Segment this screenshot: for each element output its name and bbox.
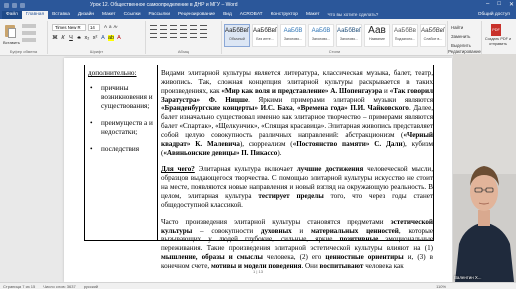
cut-icon[interactable] [22, 24, 36, 28]
document-page[interactable]: дополнительно: причины возникновения и с… [64, 58, 452, 282]
highlight-icon[interactable]: ab [108, 35, 114, 41]
tab-references[interactable]: Ссылки [120, 11, 145, 19]
tab-view[interactable]: Вид [219, 11, 236, 19]
sort-icon[interactable] [200, 25, 207, 30]
status-page[interactable]: Страница 7 из 15 [3, 284, 35, 289]
style-no-spacing[interactable]: АаБбВвГ Без инте... [252, 24, 278, 47]
tab-file[interactable]: Файл [2, 11, 22, 19]
justify-icon[interactable] [180, 33, 187, 38]
bold-button[interactable]: Ж [52, 35, 58, 41]
document-table: дополнительно: причины возникновения и с… [84, 65, 434, 270]
align-center-icon[interactable] [160, 33, 167, 38]
tab-layout[interactable]: Макет [98, 11, 120, 19]
tab-home[interactable]: Главная [21, 11, 49, 19]
save-icon[interactable] [4, 2, 9, 8]
paragraph-forms: Видами элитарной культуры является литер… [161, 69, 434, 157]
increase-indent-icon[interactable] [190, 25, 197, 30]
ribbon: Вставить Буфер обмена Times New R 14 A a… [0, 19, 516, 56]
title-bar: Урок 12. Общественное самоопределение в … [0, 0, 516, 10]
font-color-icon[interactable]: A [116, 35, 122, 41]
clipboard-group: Вставить Буфер обмена [0, 21, 48, 54]
grow-font-icon[interactable]: A [104, 24, 107, 29]
webcam-overlay: Валентин Х... [453, 54, 516, 282]
share-button[interactable]: Общий доступ [472, 11, 516, 19]
style-normal[interactable]: АаБбВвГ Обычный [224, 24, 250, 47]
underline-button[interactable]: Ч [68, 35, 74, 41]
font-size-select[interactable]: 14 [88, 24, 100, 31]
page-number: 1 | 13 [253, 269, 263, 274]
quick-access-toolbar [0, 2, 25, 8]
style-subtle-emphasis[interactable]: АаБбВвГ Слабое в... [420, 24, 446, 47]
create-pdf-button[interactable]: Создать PDF и отправить [483, 37, 513, 47]
find-button[interactable]: Найти [451, 25, 478, 30]
table-cell-left[interactable]: дополнительно: причины возникновения и с… [88, 69, 156, 154]
tab-acrobat[interactable]: ACROBAT [236, 11, 267, 19]
superscript-button[interactable]: x² [92, 35, 98, 41]
clear-format-icon[interactable]: A̷ [114, 24, 117, 29]
replace-button[interactable]: Заменить [451, 34, 478, 39]
document-workspace: дополнительно: причины возникновения и с… [0, 56, 516, 282]
align-right-icon[interactable] [170, 33, 177, 38]
strikethrough-button[interactable]: a [76, 35, 82, 41]
redo-icon[interactable] [20, 2, 25, 8]
tab-table-layout[interactable]: Макет [302, 11, 324, 19]
tell-me-search[interactable]: Что вы хотите сделать? [324, 11, 383, 19]
window-controls: – □ ✕ [486, 1, 514, 8]
style-title[interactable]: Аав Название [364, 24, 390, 47]
status-bar: Страница 7 из 15 Число слов: 3637 русски… [0, 282, 516, 289]
decrease-indent-icon[interactable] [180, 25, 187, 30]
style-heading-3[interactable]: АаБбВвГ Заголово... [336, 24, 362, 47]
editing-group: Найти Заменить Выделить Редактирование [448, 21, 482, 54]
copy-icon[interactable] [22, 31, 36, 35]
status-language[interactable]: русский [84, 284, 98, 289]
zoom-level[interactable]: 110% [436, 284, 446, 289]
list-item: последствия [88, 145, 156, 154]
style-subtitle[interactable]: АаБбВв Подзаголо... [392, 24, 418, 47]
italic-button[interactable]: К [60, 35, 66, 41]
status-words[interactable]: Число слов: 3637 [43, 284, 75, 289]
align-left-icon[interactable] [150, 33, 157, 38]
numbering-icon[interactable] [160, 25, 167, 30]
shading-icon[interactable] [200, 33, 207, 38]
maximize-icon[interactable]: □ [497, 1, 501, 8]
paste-button[interactable]: Вставить [3, 23, 20, 45]
style-heading-1[interactable]: АаБбВ Заголово... [280, 24, 306, 47]
tab-table-design[interactable]: Конструктор [267, 11, 302, 19]
window-title: Урок 12. Общественное самоопределение в … [90, 2, 238, 8]
undo-icon[interactable] [12, 2, 17, 8]
list-item: преимуществ а и недостатки; [88, 119, 156, 137]
shrink-font-icon[interactable]: a [109, 24, 112, 29]
presenter-video [453, 54, 516, 282]
list-item: причины возникновения и существования; [88, 84, 156, 111]
bullets-icon[interactable] [150, 25, 157, 30]
paragraph-purpose: Для чего? Элитарная культура включает лу… [161, 165, 434, 209]
tab-mailings[interactable]: Рассылки [145, 11, 175, 19]
subscript-button[interactable]: x₂ [84, 35, 90, 41]
tab-review[interactable]: Рецензирование [174, 11, 219, 19]
paragraph-group: Абзац [146, 21, 222, 54]
font-group: Times New R 14 A a A̷ Ж К Ч a x₂ x² A ab… [48, 21, 146, 54]
tab-insert[interactable]: Вставка [48, 11, 74, 19]
tab-design[interactable]: Дизайн [74, 11, 98, 19]
paragraph-values: Часто произведения элитарной культуры ст… [161, 217, 433, 270]
styles-group: АаБбВвГ Обычный АаБбВвГ Без инте... АаБб… [222, 21, 448, 54]
ribbon-tabs: Файл Главная Вставка Дизайн Макет Ссылки… [0, 10, 516, 19]
text-effects-icon[interactable]: A [100, 35, 106, 41]
multilevel-list-icon[interactable] [170, 25, 177, 30]
line-spacing-icon[interactable] [190, 33, 197, 38]
close-icon[interactable]: ✕ [509, 1, 514, 8]
presenter-name: Валентин Х... [454, 275, 482, 280]
left-list: причины возникновения и существования; п… [88, 84, 156, 154]
minimize-icon[interactable]: – [486, 1, 489, 8]
left-heading: дополнительно: [88, 69, 137, 77]
style-heading-2[interactable]: АаБбВ Заголово... [308, 24, 334, 47]
pdf-icon[interactable]: PDF [491, 24, 501, 36]
format-painter-icon[interactable] [22, 38, 36, 42]
select-button[interactable]: Выделить [451, 43, 478, 48]
acrobat-group: PDF Создать PDF и отправить [482, 21, 516, 54]
table-cell-right[interactable]: Видами элитарной культуры является литер… [161, 69, 433, 279]
font-name-select[interactable]: Times New R [52, 24, 86, 31]
